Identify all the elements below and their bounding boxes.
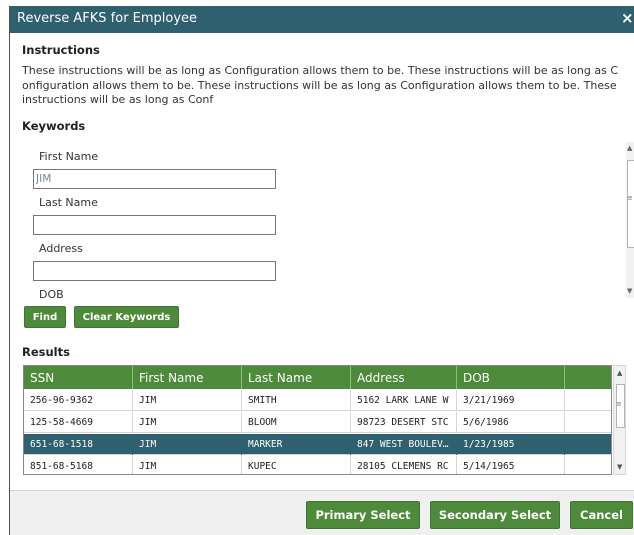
close-icon[interactable]: × <box>621 9 634 27</box>
column-header-filler <box>565 366 611 389</box>
chevron-up-icon[interactable]: ▲ <box>617 369 622 377</box>
keywords-scroll-pane: First Name Last Name Address DOB ▲ ≡ ▼ <box>22 142 634 298</box>
dialog-footer: Primary Select Secondary Select Cancel <box>10 490 634 535</box>
column-header-address[interactable]: Address <box>351 366 457 389</box>
cell-last-name: KUPEC <box>242 456 351 474</box>
instructions-line: onfiguration allows them to be. These in… <box>22 78 617 92</box>
cell-address: 847 WEST BOULEV… <box>351 434 457 455</box>
cell-address: 5162 LARK LANE W <box>351 390 457 411</box>
instructions-text: These instructions will be as long as Co… <box>22 64 634 108</box>
dialog-title-bar: Reverse AFKS for Employee × <box>10 6 634 33</box>
cell-first-name: JIM <box>133 456 242 474</box>
cell-ssn: 256-96-9362 <box>24 390 133 411</box>
results-heading: Results <box>22 345 70 359</box>
column-header-first-name[interactable]: First Name <box>133 366 242 389</box>
first-name-label: First Name <box>39 150 99 163</box>
cell-first-name: JIM <box>133 412 242 433</box>
chevron-up-icon[interactable]: ▲ <box>627 144 632 152</box>
address-input[interactable] <box>33 261 276 281</box>
cell-first-name: JIM <box>133 390 242 411</box>
instructions-line: instructions will be as long as Conf <box>22 93 214 106</box>
cell-address: 98723 DESERT STC <box>351 412 457 433</box>
instructions-heading: Instructions <box>22 43 100 57</box>
table-row[interactable]: 851-68-5168 JIM KUPEC 28105 CLEMENS RC 5… <box>24 456 611 474</box>
table-row[interactable]: 125-58-4669 JIM BLOOM 98723 DESERT STC 5… <box>24 412 611 433</box>
cancel-button[interactable]: Cancel <box>570 501 633 529</box>
keywords-scroll-thumb[interactable] <box>627 160 634 248</box>
cell-last-name: SMITH <box>242 390 351 411</box>
cell-last-name: MARKER <box>242 434 351 455</box>
column-header-ssn[interactable]: SSN <box>24 366 133 389</box>
cell-ssn: 651-68-1518 <box>24 434 133 455</box>
cell-dob: 1/23/1985 <box>457 434 565 455</box>
cell-address: 28105 CLEMENS RC <box>351 456 457 474</box>
reverse-afks-dialog: Reverse AFKS for Employee × Instructions… <box>9 6 634 535</box>
dob-label: DOB <box>39 288 64 298</box>
chevron-down-icon[interactable]: ▼ <box>617 463 622 471</box>
secondary-select-button[interactable]: Secondary Select <box>430 501 560 529</box>
results-table-header: SSN First Name Last Name Address DOB <box>24 366 611 389</box>
results-table: SSN First Name Last Name Address DOB 256… <box>23 365 612 475</box>
first-name-input[interactable] <box>33 169 276 189</box>
clear-keywords-button[interactable]: Clear Keywords <box>74 306 179 328</box>
dialog-title: Reverse AFKS for Employee <box>17 11 198 26</box>
keywords-heading: Keywords <box>22 119 86 133</box>
find-button[interactable]: Find <box>24 306 66 328</box>
grip-icon: ≡ <box>627 194 633 202</box>
chevron-down-icon[interactable]: ▼ <box>627 287 632 295</box>
cell-last-name: BLOOM <box>242 412 351 433</box>
cell-first-name: JIM <box>133 434 242 455</box>
last-name-input[interactable] <box>33 215 276 235</box>
table-row[interactable]: 256-96-9362 JIM SMITH 5162 LARK LANE W 3… <box>24 390 611 411</box>
results-scrollbar[interactable]: ▲ ≡ ▼ <box>613 365 626 475</box>
last-name-label: Last Name <box>39 196 98 209</box>
primary-select-button[interactable]: Primary Select <box>306 501 420 529</box>
table-row-selected[interactable]: 651-68-1518 JIM MARKER 847 WEST BOULEV… … <box>24 434 611 455</box>
grip-icon: ≡ <box>616 400 622 408</box>
cell-ssn: 851-68-5168 <box>24 456 133 474</box>
column-header-last-name[interactable]: Last Name <box>242 366 351 389</box>
keywords-scrollbar[interactable]: ▲ ≡ ▼ <box>626 142 634 298</box>
column-header-dob[interactable]: DOB <box>457 366 565 389</box>
cell-ssn: 125-58-4669 <box>24 412 133 433</box>
cell-dob: 3/21/1969 <box>457 390 565 411</box>
address-label: Address <box>39 242 83 255</box>
cell-dob: 5/6/1986 <box>457 412 565 433</box>
cell-dob: 5/14/1965 <box>457 456 565 474</box>
instructions-line: These instructions will be as long as Co… <box>22 64 619 77</box>
